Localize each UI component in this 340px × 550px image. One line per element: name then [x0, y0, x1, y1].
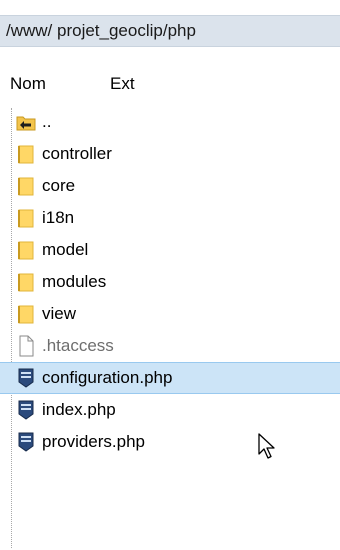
folder-icon — [16, 175, 36, 197]
folder-icon — [16, 239, 36, 261]
folder-icon — [16, 207, 36, 229]
file-name: providers.php — [42, 432, 146, 451]
current-path: /www/ projet_geoclip/php — [6, 21, 196, 40]
mouse-cursor-icon — [257, 432, 279, 462]
list-item-folder[interactable]: modules — [0, 266, 340, 298]
path-bar[interactable]: /www/ projet_geoclip/php — [0, 15, 340, 47]
file-name: core — [42, 176, 76, 195]
column-name-header[interactable]: Nom — [10, 74, 46, 94]
file-name: modules — [42, 272, 107, 291]
file-name: configuration.php — [42, 368, 173, 387]
list-item-file[interactable]: .htaccess — [0, 330, 340, 362]
php-file-icon — [16, 431, 36, 453]
php-file-icon — [16, 399, 36, 421]
list-item-folder[interactable]: core — [0, 170, 340, 202]
list-item-php[interactable]: providers.php — [0, 426, 340, 458]
column-header: Nom Ext — [0, 70, 340, 98]
document-icon — [16, 335, 36, 357]
list-item-folder[interactable]: i18n — [0, 202, 340, 234]
file-name: .htaccess — [42, 336, 114, 355]
file-name: i18n — [42, 208, 75, 227]
parent-folder-icon — [16, 111, 36, 133]
file-name: index.php — [42, 400, 116, 419]
list-item-folder[interactable]: controller — [0, 138, 340, 170]
folder-icon — [16, 143, 36, 165]
folder-icon — [16, 303, 36, 325]
list-item-parent[interactable]: .. — [0, 106, 340, 138]
file-name: model — [42, 240, 89, 259]
file-name: controller — [42, 144, 112, 163]
column-ext-header[interactable]: Ext — [110, 74, 135, 94]
list-item-folder[interactable]: view — [0, 298, 340, 330]
list-item-folder[interactable]: model — [0, 234, 340, 266]
file-name: view — [42, 304, 77, 323]
file-list: .. controller core i18n model modules vi… — [0, 106, 340, 458]
list-item-php[interactable]: index.php — [0, 394, 340, 426]
list-item-php-selected[interactable]: configuration.php — [0, 362, 340, 394]
file-name: .. — [42, 112, 52, 131]
php-file-icon — [16, 367, 36, 389]
folder-icon — [16, 271, 36, 293]
